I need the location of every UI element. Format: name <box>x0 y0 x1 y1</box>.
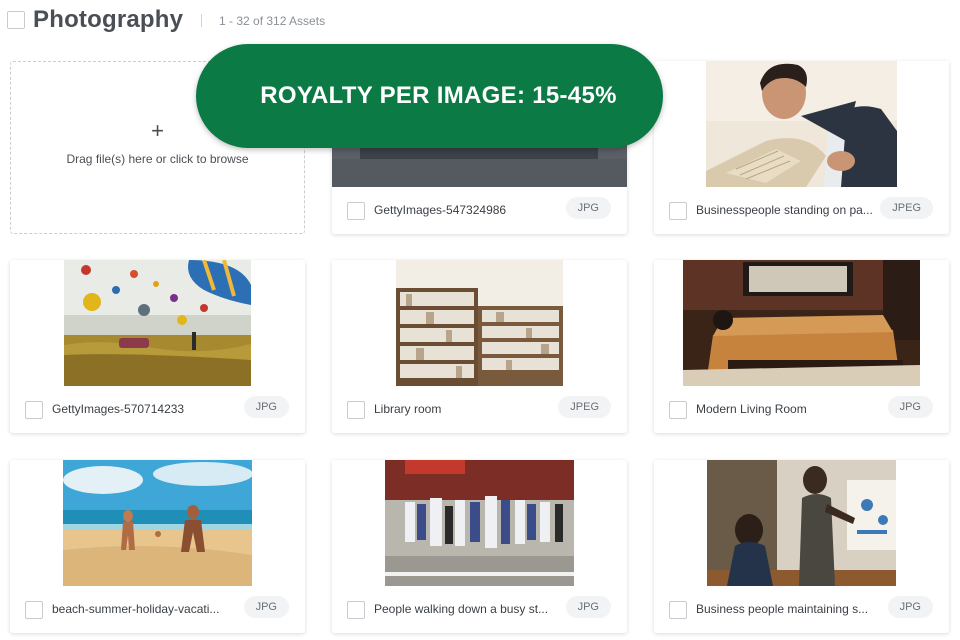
royalty-banner-text: ROYALTY PER IMAGE: 15-45% <box>260 82 617 109</box>
file-type-badge: JPG <box>887 596 933 618</box>
asset-count: 1 - 32 of 312 Assets <box>219 14 326 28</box>
asset-checkbox[interactable] <box>669 401 687 419</box>
asset-card[interactable]: Businesspeople standing on pa... JPEG <box>654 61 949 234</box>
file-type-badge: JPG <box>243 596 289 618</box>
asset-checkbox[interactable] <box>25 601 43 619</box>
asset-card[interactable]: GettyImages-570714233 JPG <box>10 260 305 433</box>
file-type-badge: JPEG <box>880 197 933 219</box>
page-header: Photography 1 - 32 of 312 Assets <box>0 0 960 40</box>
asset-thumbnail[interactable] <box>396 260 563 386</box>
page-title: Photography <box>33 6 184 33</box>
asset-name: beach-summer-holiday-vacati... <box>52 602 220 616</box>
file-type-badge: JPEG <box>558 396 611 418</box>
asset-thumbnail[interactable] <box>64 260 251 386</box>
asset-thumbnail[interactable] <box>706 61 897 187</box>
asset-name: GettyImages-547324986 <box>374 203 507 217</box>
asset-thumbnail[interactable] <box>385 460 574 586</box>
asset-checkbox[interactable] <box>669 601 687 619</box>
asset-name: Modern Living Room <box>696 402 807 416</box>
upload-hint: Drag file(s) here or click to browse <box>66 152 249 166</box>
asset-name: GettyImages-570714233 <box>52 402 185 416</box>
asset-thumbnail[interactable] <box>63 460 252 586</box>
asset-checkbox[interactable] <box>347 202 365 220</box>
asset-card[interactable]: Modern Living Room JPG <box>654 260 949 433</box>
asset-thumbnail[interactable] <box>707 460 896 586</box>
asset-checkbox[interactable] <box>347 401 365 419</box>
file-type-badge: JPG <box>887 396 933 418</box>
file-type-badge: JPG <box>565 596 611 618</box>
asset-name: Businesspeople standing on pa... <box>696 203 873 217</box>
asset-card[interactable]: People walking down a busy st... JPG <box>332 460 627 633</box>
asset-thumbnail[interactable] <box>683 260 920 386</box>
asset-card[interactable]: beach-summer-holiday-vacati... JPG <box>10 460 305 633</box>
header-divider <box>201 14 202 27</box>
file-type-badge: JPG <box>243 396 289 418</box>
asset-checkbox[interactable] <box>25 401 43 419</box>
asset-name: Business people maintaining s... <box>696 602 869 616</box>
asset-name: People walking down a busy st... <box>374 602 549 616</box>
asset-checkbox[interactable] <box>347 601 365 619</box>
file-type-badge: JPG <box>565 197 611 219</box>
royalty-banner: ROYALTY PER IMAGE: 15-45% <box>196 44 663 148</box>
asset-card[interactable]: Business people maintaining s... JPG <box>654 460 949 633</box>
asset-card[interactable]: Library room JPEG <box>332 260 627 433</box>
asset-name: Library room <box>374 402 442 416</box>
asset-checkbox[interactable] <box>669 202 687 220</box>
select-all-checkbox[interactable] <box>7 11 25 29</box>
